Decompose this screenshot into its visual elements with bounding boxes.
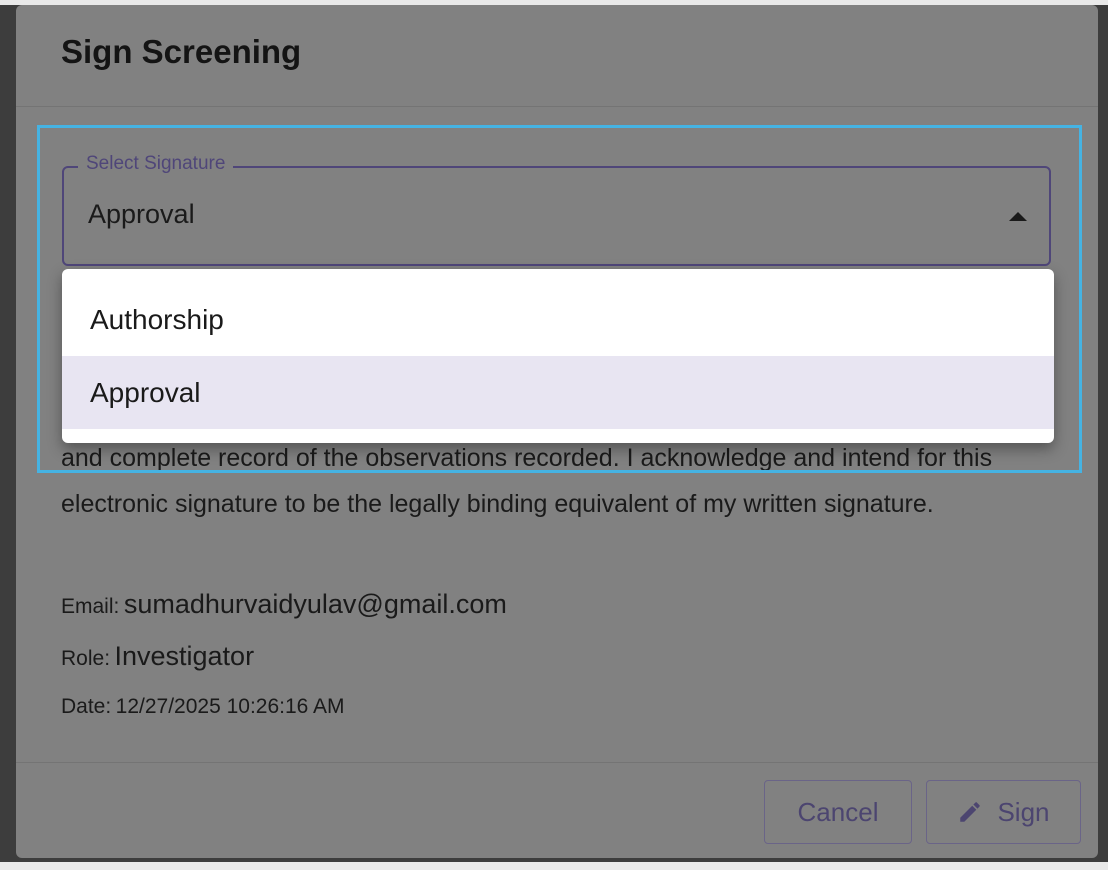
- signature-options-menu: Authorship Approval: [62, 269, 1054, 443]
- cancel-button[interactable]: Cancel: [764, 780, 912, 844]
- role-value: Investigator: [114, 641, 255, 671]
- caret-up-icon[interactable]: [1009, 212, 1027, 221]
- sign-button-label: Sign: [997, 796, 1050, 827]
- option-authorship[interactable]: Authorship: [62, 283, 1054, 356]
- sign-button[interactable]: Sign: [926, 780, 1081, 844]
- date-value: 12/27/2025 10:26:16 AM: [115, 695, 345, 718]
- option-approval[interactable]: Approval: [62, 356, 1054, 429]
- role-line: Role: Investigator: [61, 641, 254, 672]
- pencil-icon: [960, 802, 981, 822]
- date-label: Date:: [61, 695, 112, 718]
- signature-select-value: Approval: [88, 199, 195, 229]
- dialog-title: Sign Screening: [61, 33, 302, 70]
- role-label: Role:: [61, 647, 111, 670]
- dialog-footer: Cancel Sign: [16, 762, 1098, 858]
- signature-select[interactable]: Select Signature Approval: [62, 153, 1051, 266]
- page-background-bottom: [0, 862, 1108, 870]
- email-label: Email:: [61, 595, 120, 618]
- cancel-button-label: Cancel: [797, 796, 879, 827]
- dialog-header: Sign Screening: [16, 5, 1098, 107]
- email-line: Email: sumadhurvaidyulav@gmail.com: [61, 589, 507, 620]
- signature-select-label: Select Signature: [78, 153, 234, 175]
- signature-statement: and complete record of the observations …: [61, 444, 993, 518]
- date-line: Date: 12/27/2025 10:26:16 AM: [61, 695, 345, 719]
- email-value: sumadhurvaidyulav@gmail.com: [123, 589, 507, 619]
